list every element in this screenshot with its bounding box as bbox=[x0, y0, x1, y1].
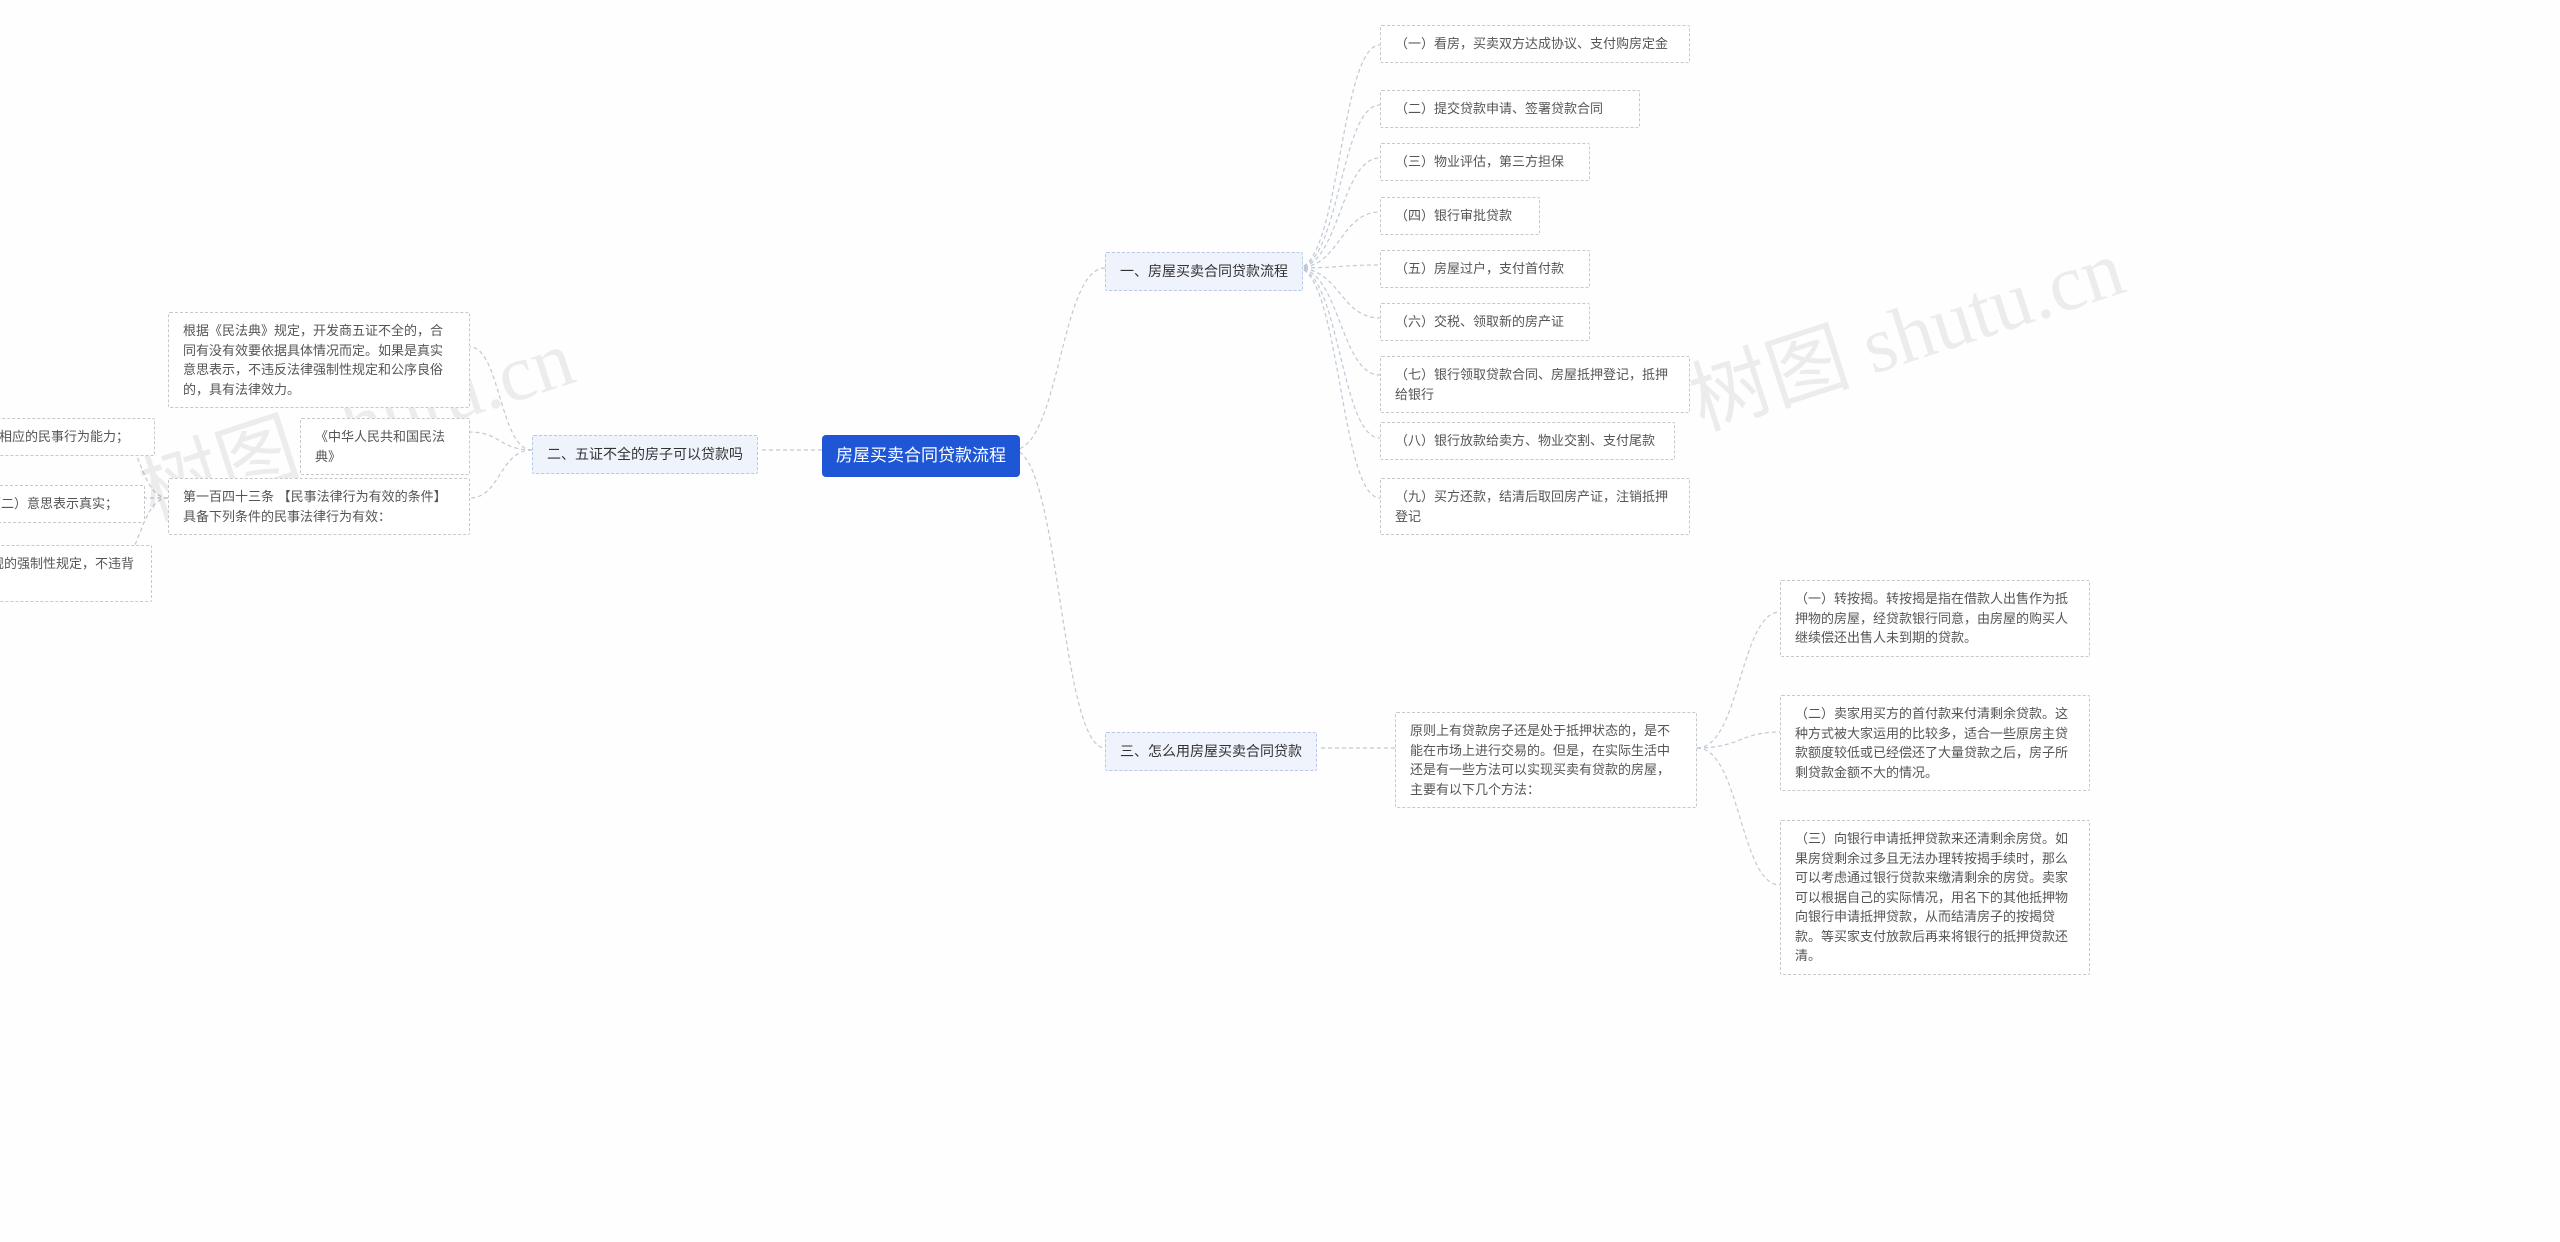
branch-2-item-1: 根据《民法典》规定，开发商五证不全的，合同有没有效要依据具体情况而定。如果是真实… bbox=[168, 312, 470, 408]
branch-3-item-2: （二）卖家用买方的首付款来付清剩余贷款。这种方式被大家运用的比较多，适合一些原房… bbox=[1780, 695, 2090, 791]
mindmap-connectors bbox=[0, 0, 2560, 1242]
branch-1-item-7: （七）银行领取贷款合同、房屋抵押登记，抵押给银行 bbox=[1380, 356, 1690, 413]
branch-2-title[interactable]: 二、五证不全的房子可以贷款吗 bbox=[532, 435, 758, 474]
branch-1-item-3: （三）物业评估，第三方担保 bbox=[1380, 143, 1590, 181]
branch-2-item-2: 《中华人民共和国民法典》 bbox=[300, 418, 470, 475]
branch-2-sub-3: （三）不违反法律、行政法规的强制性规定，不违背公序良俗。 bbox=[0, 545, 152, 602]
branch-2-sub-2: （二）意思表示真实； bbox=[0, 485, 145, 523]
branch-2-item-3: 第一百四十三条 【民事法律行为有效的条件】具备下列条件的民事法律行为有效： bbox=[168, 478, 470, 535]
branch-2-sub-1: （一）行为人具有相应的民事行为能力； bbox=[0, 418, 155, 456]
branch-1-item-9: （九）买方还款，结清后取回房产证，注销抵押登记 bbox=[1380, 478, 1690, 535]
branch-1-item-8: （八）银行放款给卖方、物业交割、支付尾款 bbox=[1380, 422, 1675, 460]
branch-1-item-2: （二）提交贷款申请、签署贷款合同 bbox=[1380, 90, 1640, 128]
branch-3-title[interactable]: 三、怎么用房屋买卖合同贷款 bbox=[1105, 732, 1317, 771]
center-node[interactable]: 房屋买卖合同贷款流程 bbox=[822, 435, 1020, 477]
branch-3-item-1: （一）转按揭。转按揭是指在借款人出售作为抵押物的房屋，经贷款银行同意，由房屋的购… bbox=[1780, 580, 2090, 657]
branch-1-item-1: （一）看房，买卖双方达成协议、支付购房定金 bbox=[1380, 25, 1690, 63]
branch-1-title[interactable]: 一、房屋买卖合同贷款流程 bbox=[1105, 252, 1303, 291]
branch-3-item-3: （三）向银行申请抵押贷款来还清剩余房贷。如果房贷剩余过多且无法办理转按揭手续时，… bbox=[1780, 820, 2090, 975]
branch-1-item-4: （四）银行审批贷款 bbox=[1380, 197, 1540, 235]
branch-3-intro: 原则上有贷款房子还是处于抵押状态的，是不能在市场上进行交易的。但是，在实际生活中… bbox=[1395, 712, 1697, 808]
watermark-right: 树图 shutu.cn bbox=[1673, 203, 2136, 452]
branch-1-item-6: （六）交税、领取新的房产证 bbox=[1380, 303, 1590, 341]
branch-1-item-5: （五）房屋过户，支付首付款 bbox=[1380, 250, 1590, 288]
